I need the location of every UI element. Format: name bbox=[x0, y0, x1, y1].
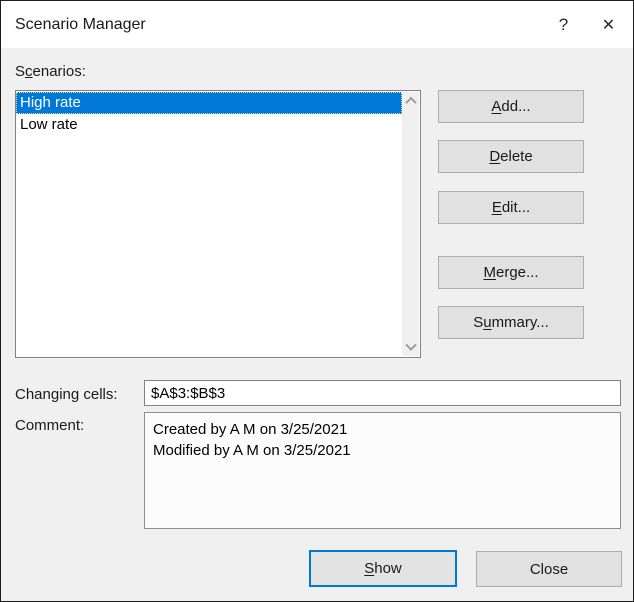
close-button[interactable]: Close bbox=[476, 551, 622, 587]
dialog-title: Scenario Manager bbox=[15, 16, 146, 34]
help-icon[interactable]: ? bbox=[541, 1, 586, 48]
titlebar-controls: ? ✕ bbox=[541, 1, 633, 48]
scroll-down-icon[interactable] bbox=[402, 339, 419, 356]
comment-line: Modified by A M on 3/25/2021 bbox=[153, 440, 612, 461]
summary-button[interactable]: Summary... bbox=[438, 306, 584, 339]
list-item-low-rate[interactable]: Low rate bbox=[16, 114, 402, 136]
close-icon[interactable]: ✕ bbox=[586, 1, 631, 48]
add-button[interactable]: Add... bbox=[438, 90, 584, 123]
comment-line: Created by A M on 3/25/2021 bbox=[153, 419, 612, 440]
list-scrollbar[interactable] bbox=[402, 92, 419, 356]
scenarios-listbox[interactable]: High rate Low rate bbox=[15, 90, 421, 358]
scenarios-list-items: High rate Low rate bbox=[16, 92, 402, 356]
scenario-manager-dialog: Scenario Manager ? ✕ Scenarios: High rat… bbox=[0, 0, 634, 602]
delete-button[interactable]: Delete bbox=[438, 140, 584, 173]
merge-button[interactable]: Merge... bbox=[438, 256, 584, 289]
edit-button[interactable]: Edit... bbox=[438, 191, 584, 224]
changing-cells-label: Changing cells: bbox=[15, 386, 118, 403]
scroll-up-icon[interactable] bbox=[402, 92, 419, 109]
scenarios-label: Scenarios: bbox=[15, 63, 86, 80]
comment-box[interactable]: Created by A M on 3/25/2021 Modified by … bbox=[144, 412, 621, 529]
titlebar: Scenario Manager ? ✕ bbox=[1, 1, 633, 48]
list-item-high-rate[interactable]: High rate bbox=[16, 92, 402, 114]
changing-cells-input[interactable] bbox=[144, 380, 621, 406]
comment-label: Comment: bbox=[15, 417, 84, 434]
show-button[interactable]: Show bbox=[309, 550, 457, 587]
